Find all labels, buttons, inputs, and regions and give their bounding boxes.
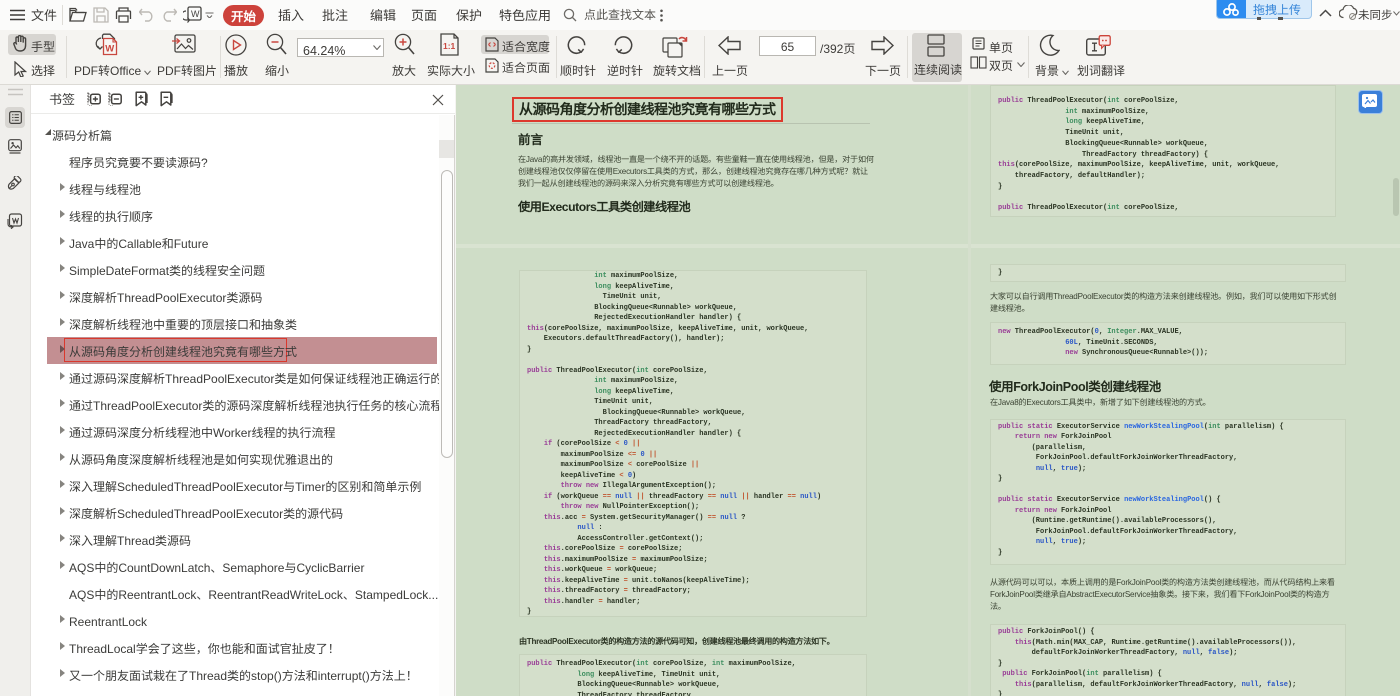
svg-text:W: W	[191, 9, 200, 19]
svg-text:1:1: 1:1	[443, 41, 456, 51]
svg-text:W: W	[105, 44, 114, 55]
